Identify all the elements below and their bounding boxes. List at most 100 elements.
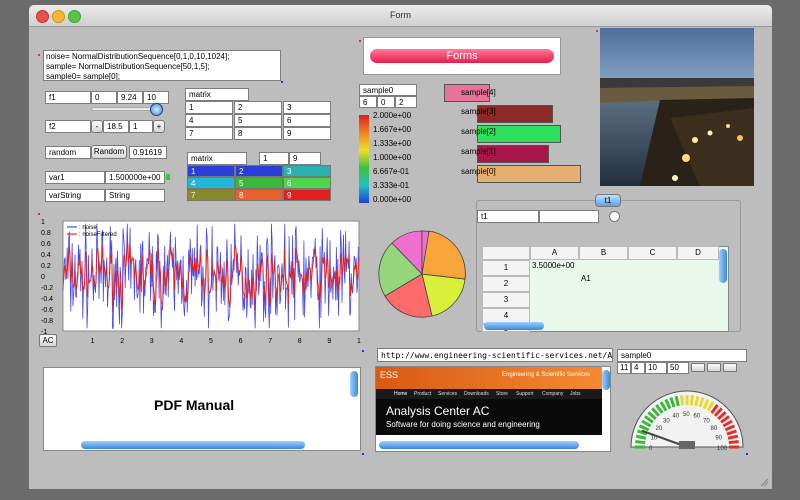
f2-decrement-button[interactable]: -	[91, 120, 103, 133]
matrix2-cell[interactable]: 8	[235, 189, 283, 201]
y-tick-label: 1	[41, 219, 45, 226]
gauge-field-3[interactable]: 10	[645, 362, 667, 374]
f1-slider-thumb[interactable]	[150, 103, 163, 116]
matrix2-cell[interactable]: 1	[187, 165, 235, 177]
gauge-field-1[interactable]: 11	[617, 362, 631, 374]
web-nav-bar	[376, 389, 602, 399]
legend-label: : noise	[79, 225, 97, 231]
handle-dot	[362, 350, 364, 352]
colorbar-field-1[interactable]: 6	[359, 96, 377, 108]
f2-increment-button[interactable]: +	[153, 120, 165, 133]
x-tick-label: 5	[209, 338, 213, 345]
bar-label: sample[2]	[461, 127, 496, 136]
sheet-row-header[interactable]: 2	[482, 276, 530, 292]
script-editor[interactable]: noise= NormalDistributionSequence[0,1,0,…	[43, 50, 281, 81]
matrix1-cell[interactable]: 1	[185, 101, 233, 114]
gauge-field-4[interactable]: 50	[667, 362, 689, 374]
url-field[interactable]: http://www.engineering-scientific-servic…	[377, 348, 613, 362]
gauge-scale-label: 80	[711, 426, 718, 432]
matrix2-cell[interactable]: 5	[235, 177, 283, 189]
colorbar-field-2[interactable]: 0	[377, 96, 395, 108]
f2-step-field[interactable]: 1	[129, 120, 153, 133]
resize-grip[interactable]	[759, 477, 769, 487]
matrix2-max-field[interactable]: 9	[289, 152, 321, 165]
x-tick-label: 3	[150, 338, 154, 345]
gauge-option-button[interactable]	[723, 363, 737, 372]
matrix1-cell[interactable]: 7	[185, 127, 233, 140]
web-nav-support[interactable]: Support	[516, 391, 534, 397]
pdf-title: PDF Manual	[154, 397, 235, 413]
gauge-svg: 010203040 50 60708090100	[630, 390, 744, 452]
matrix2-cell[interactable]: 6	[283, 177, 331, 189]
ac-button[interactable]: AC	[39, 334, 57, 347]
sheet-vscroll-thumb[interactable]	[719, 249, 727, 283]
sheet-row-header[interactable]: 3	[482, 292, 530, 308]
pie-chart	[377, 229, 467, 319]
gauge-tick	[728, 440, 739, 445]
handle-dot	[746, 453, 748, 455]
web-nav-services[interactable]: Services	[438, 391, 457, 397]
t1-field-empty[interactable]	[539, 210, 599, 223]
matrix2-cell[interactable]: 9	[283, 189, 331, 201]
gauge-tick	[635, 440, 646, 445]
f1-min-field[interactable]: 0	[91, 91, 117, 104]
random-value-field[interactable]: 0.91619	[129, 146, 167, 159]
sheet-cell-a1[interactable]: 3.5000e+00	[532, 261, 575, 270]
sheet-col-header[interactable]: C	[628, 246, 677, 260]
web-hscroll-thumb[interactable]	[379, 441, 579, 449]
web-nav-company[interactable]: Company	[542, 391, 563, 397]
t1-field[interactable]: t1	[477, 210, 539, 223]
gauge-field-2[interactable]: 4	[631, 362, 645, 374]
matrix2-cell[interactable]: 7	[187, 189, 235, 201]
pdf-vscroll-thumb[interactable]	[350, 371, 358, 397]
f1-value-field[interactable]: 9.24	[117, 91, 143, 104]
matrix1-label: matrix	[185, 88, 249, 101]
x-tick-label: 6	[239, 338, 243, 345]
gauge-scale-label: 70	[703, 418, 710, 424]
gauge-scale-label: 60	[694, 414, 701, 420]
script-line: sample0= sample[0];	[46, 72, 121, 81]
tab-t1[interactable]: t1	[595, 194, 621, 207]
matrix1-cell[interactable]: 6	[283, 114, 331, 127]
web-nav-product[interactable]: Product	[414, 391, 431, 397]
gauge-tick	[674, 395, 680, 407]
matrix2-min-field[interactable]: 1	[259, 152, 289, 165]
web-nav-jobs[interactable]: Jobs	[570, 391, 581, 397]
forms-button[interactable]: Forms	[370, 49, 554, 63]
matrix1-cell[interactable]: 3	[283, 101, 331, 114]
y-tick-label: -0.6	[41, 307, 53, 314]
sheet-col-header[interactable]: D	[677, 246, 719, 260]
gauge-scale-label: 40	[672, 414, 679, 420]
sheet-col-header[interactable]: B	[579, 246, 628, 260]
t1-radio[interactable]	[609, 211, 620, 222]
web-nav-home[interactable]: Home	[394, 391, 407, 397]
matrix1-cell[interactable]: 8	[234, 127, 282, 140]
web-nav-downloads[interactable]: Downloads	[464, 391, 489, 397]
x-tick-label: 1	[91, 338, 95, 345]
web-nav-store[interactable]: Store	[496, 391, 508, 397]
colorbar-field-3[interactable]: 2	[395, 96, 417, 108]
varstring-field[interactable]: String	[105, 189, 165, 202]
varstring-label: varString	[45, 189, 105, 202]
pdf-hscroll-thumb[interactable]	[81, 441, 305, 449]
sheet-col-header[interactable]: A	[530, 246, 579, 260]
x-tick-label: 4	[179, 338, 183, 345]
matrix1-cell[interactable]: 2	[234, 101, 282, 114]
matrix2-cell[interactable]: 2	[235, 165, 283, 177]
var1-field[interactable]: 1.500000e+00	[105, 171, 165, 184]
sheet-row-header[interactable]: 1	[482, 260, 530, 276]
gauge-option-button[interactable]	[707, 363, 721, 372]
matrix1-cell[interactable]: 9	[283, 127, 331, 140]
y-tick-label: 0.4	[41, 252, 51, 259]
f2-value-field[interactable]: 18.5	[103, 120, 129, 133]
matrix2-cell[interactable]: 3	[283, 165, 331, 177]
random-button[interactable]: Random	[91, 145, 127, 159]
sheet-hscroll-thumb[interactable]	[484, 322, 544, 330]
matrix1-cell[interactable]: 5	[234, 114, 282, 127]
web-vscroll-thumb[interactable]	[602, 370, 610, 390]
matrix1-cell[interactable]: 4	[185, 114, 233, 127]
matrix2-cell[interactable]: 4	[187, 177, 235, 189]
gauge-option-button[interactable]	[691, 363, 705, 372]
legend-label: : noiseFiltered	[79, 232, 117, 238]
gauge-scale-label: 100	[717, 446, 728, 452]
